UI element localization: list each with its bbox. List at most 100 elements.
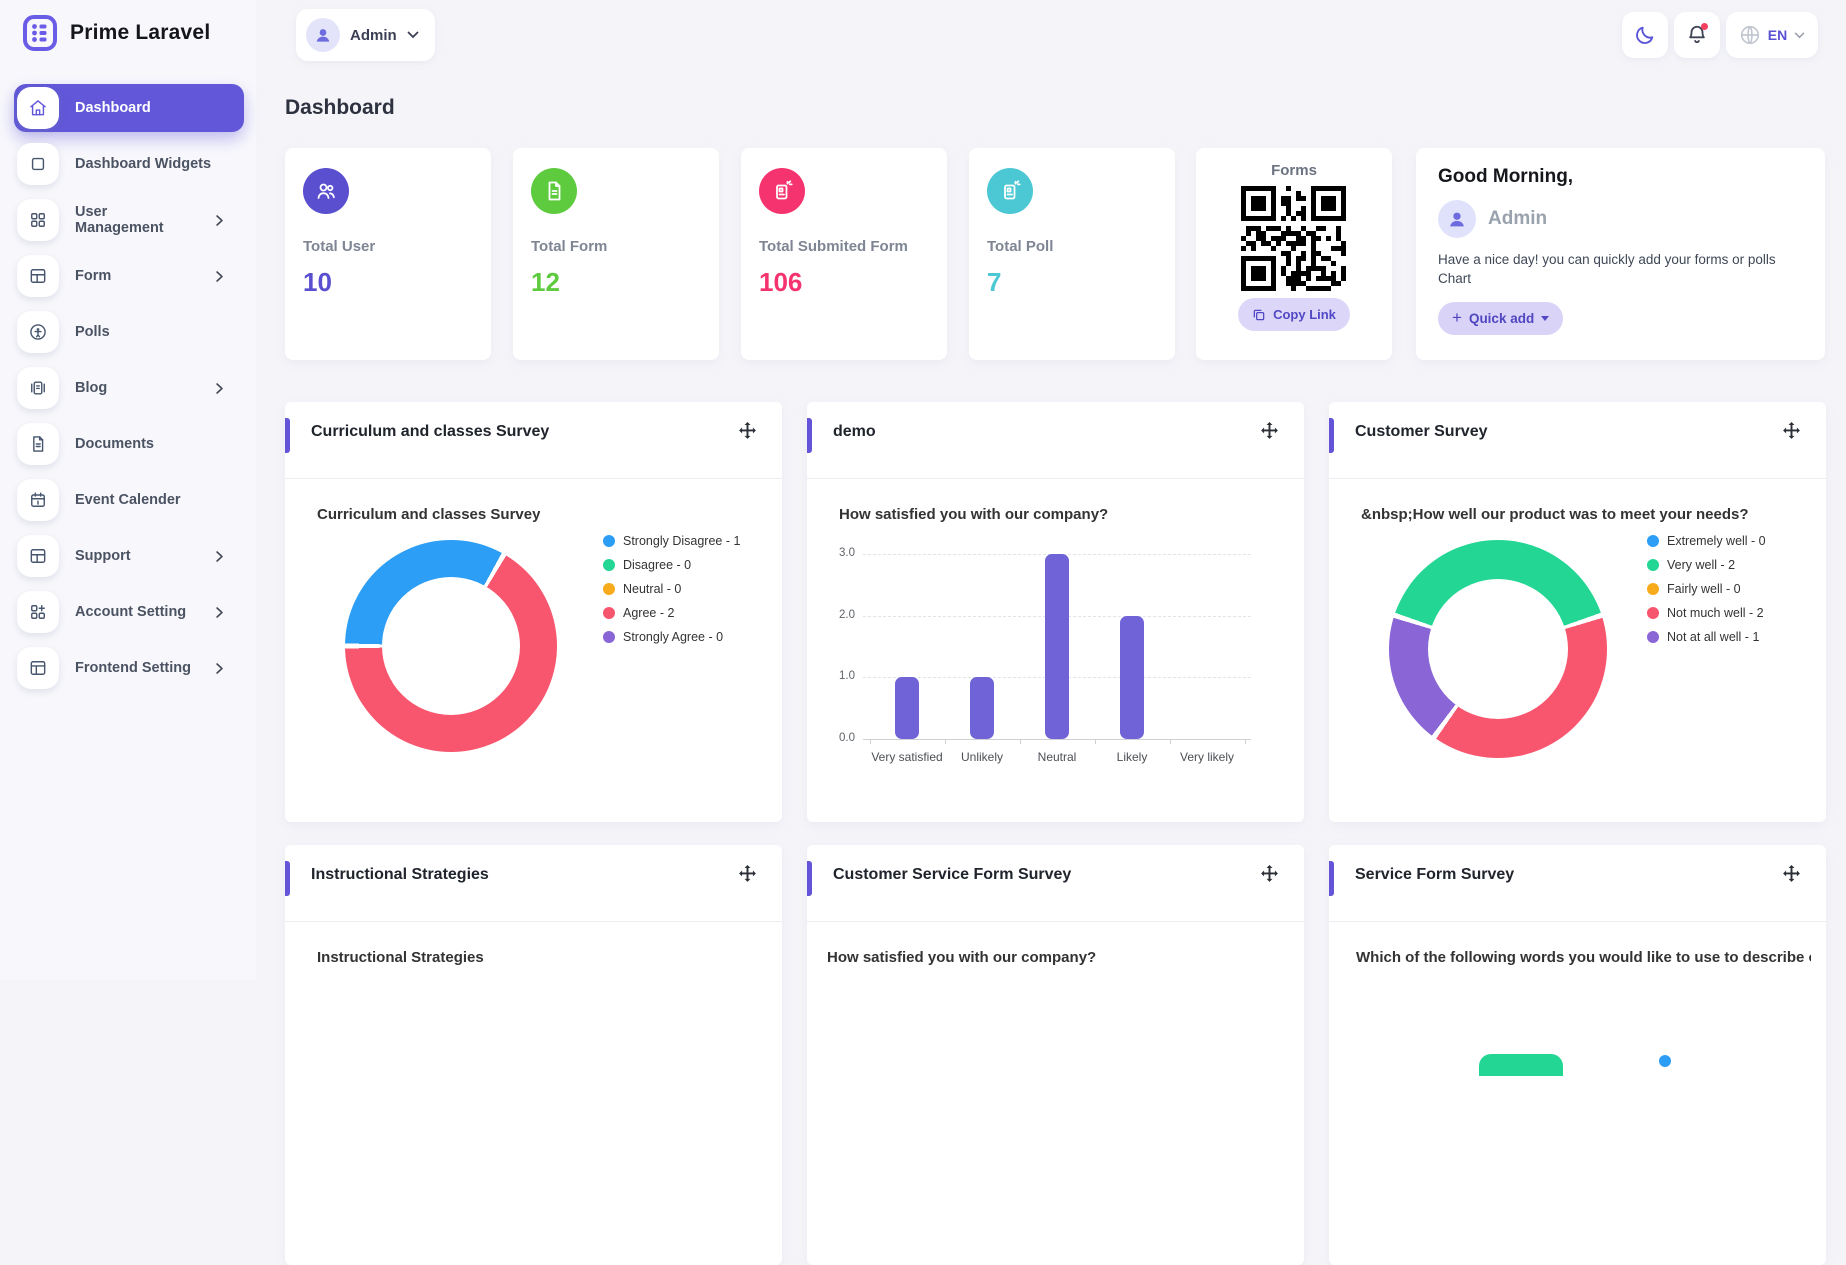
donut-hole xyxy=(382,577,520,715)
grid-plus-icon xyxy=(17,591,59,633)
legend-dot xyxy=(1647,631,1659,643)
x-axis-tick xyxy=(1020,739,1021,744)
brand-logo[interactable]: Prime Laravel xyxy=(20,13,210,53)
stat-label: Total Submited Form xyxy=(759,238,929,255)
chart-card-customer-service: Customer Service Form Survey How satisfi… xyxy=(807,845,1304,1265)
quick-add-button[interactable]: + Quick add xyxy=(1438,302,1563,335)
sidebar-item-label: Documents xyxy=(75,436,154,452)
calendar-icon xyxy=(17,479,59,521)
chevron-right-icon xyxy=(213,270,226,283)
chart-title: How satisfied you with our company? xyxy=(827,949,1096,966)
x-axis-line xyxy=(863,739,1251,740)
drag-handle-icon[interactable] xyxy=(1259,421,1280,442)
file-icon xyxy=(531,168,577,214)
sidebar-item-frontend-setting[interactable]: Frontend Setting xyxy=(14,644,244,692)
poll-person-icon xyxy=(17,311,59,353)
sidebar-item-label: Polls xyxy=(75,324,110,340)
legend-item[interactable]: Extremely well - 0 xyxy=(1647,534,1766,548)
copy-link-button[interactable]: Copy Link xyxy=(1238,298,1350,331)
notification-badge xyxy=(1701,23,1708,30)
legend-item[interactable]: Agree - 2 xyxy=(603,606,740,620)
chart-legend: Strongly Disagree - 1 Disagree - 0 Neutral… xyxy=(603,534,740,654)
drag-handle-icon[interactable] xyxy=(1781,421,1802,442)
legend-item[interactable]: Fairly well - 0 xyxy=(1647,582,1766,596)
legend-label: Disagree - 0 xyxy=(623,558,691,572)
donut-hole xyxy=(1428,579,1568,719)
sidebar-item-user-management[interactable]: User Management xyxy=(14,196,244,244)
card-accent-bar xyxy=(285,418,290,453)
user-avatar xyxy=(306,18,340,52)
card-accent-bar xyxy=(1329,861,1334,896)
legend-item[interactable]: Strongly Disagree - 1 xyxy=(603,534,740,548)
home-icon xyxy=(17,87,59,129)
sidebar-item-documents[interactable]: Documents xyxy=(14,420,244,468)
sidebar-item-account-setting[interactable]: Account Setting xyxy=(14,588,244,636)
dark-mode-toggle[interactable] xyxy=(1622,12,1668,58)
sidebar-item-label: Frontend Setting xyxy=(75,660,191,676)
sidebar-item-label: Support xyxy=(75,548,131,564)
stat-value: 106 xyxy=(759,267,929,298)
sidebar-item-blog[interactable]: Blog xyxy=(14,364,244,412)
drag-handle-icon[interactable] xyxy=(737,864,758,885)
legend-item[interactable]: Not much well - 2 xyxy=(1647,606,1766,620)
document-icon xyxy=(17,423,59,465)
quick-add-label: Quick add xyxy=(1469,311,1534,326)
layout-icon xyxy=(17,647,59,689)
chart-card-service-form: Service Form Survey Which of the followi… xyxy=(1329,845,1826,1265)
sidebar-item-form[interactable]: Form xyxy=(14,252,244,300)
legend-label: Neutral - 0 xyxy=(623,582,681,596)
legend-item[interactable]: Not at all well - 1 xyxy=(1647,630,1766,644)
legend-label: Extremely well - 0 xyxy=(1667,534,1766,548)
sidebar-item-label: User Management xyxy=(75,204,197,236)
partial-legend-dot xyxy=(1659,1055,1671,1067)
greeting-card: Good Morning, Admin Have a nice day! you… xyxy=(1416,148,1825,360)
chart-title: How satisfied you with our company? xyxy=(839,506,1108,523)
sidebar-item-dashboard[interactable]: Dashboard xyxy=(14,84,244,132)
card-accent-bar xyxy=(807,861,812,896)
brand-icon xyxy=(20,13,60,53)
x-axis-tick xyxy=(1170,739,1171,744)
bar xyxy=(1045,554,1069,739)
language-selector[interactable]: EN xyxy=(1726,12,1818,58)
chart-area: How satisfied you with our company? 3.02… xyxy=(807,480,1304,822)
page-title: Dashboard xyxy=(285,96,395,120)
legend-item[interactable]: Neutral - 0 xyxy=(603,582,740,596)
stat-card-total-poll: Total Poll 7 xyxy=(969,148,1175,360)
stat-value: 7 xyxy=(987,267,1157,298)
legend-label: Agree - 2 xyxy=(623,606,674,620)
drag-handle-icon[interactable] xyxy=(1781,864,1802,885)
user-menu-button[interactable]: Admin xyxy=(296,9,435,61)
sidebar-item-event-calender[interactable]: Event Calender xyxy=(14,476,244,524)
bar xyxy=(1120,616,1144,739)
caret-down-icon xyxy=(1541,316,1549,321)
legend-label: Very well - 2 xyxy=(1667,558,1735,572)
card-title: Instructional Strategies xyxy=(311,866,489,884)
sidebar-item-polls[interactable]: Polls xyxy=(14,308,244,356)
copy-icon xyxy=(1252,308,1266,322)
blog-icon xyxy=(17,367,59,409)
drag-handle-icon[interactable] xyxy=(1259,864,1280,885)
y-axis-tick-label: 2.0 xyxy=(815,609,855,621)
legend-item[interactable]: Very well - 2 xyxy=(1647,558,1766,572)
sidebar-item-label: Account Setting xyxy=(75,604,186,620)
card-accent-bar xyxy=(1329,418,1334,453)
notifications-button[interactable] xyxy=(1674,12,1720,58)
stat-label: Total Poll xyxy=(987,238,1157,255)
grid-icon xyxy=(17,199,59,241)
donut-chart xyxy=(345,540,557,752)
legend-dot xyxy=(1647,583,1659,595)
survey-icon xyxy=(759,168,805,214)
legend-dot xyxy=(603,535,615,547)
drag-handle-icon[interactable] xyxy=(737,421,758,442)
legend-item[interactable]: Strongly Agree - 0 xyxy=(603,630,740,644)
x-axis-tick xyxy=(945,739,946,744)
sidebar-item-support[interactable]: Support xyxy=(14,532,244,580)
chart-card-demo: demo How satisfied you with our company?… xyxy=(807,402,1304,822)
legend-item[interactable]: Disagree - 0 xyxy=(603,558,740,572)
legend-label: Not at all well - 1 xyxy=(1667,630,1759,644)
y-axis-tick-label: 0.0 xyxy=(815,732,855,744)
forms-card-title: Forms xyxy=(1196,162,1392,179)
card-title: Customer Service Form Survey xyxy=(833,866,1071,884)
sidebar-item-dashboard-widgets[interactable]: Dashboard Widgets xyxy=(14,140,244,188)
x-axis-label: Very likely xyxy=(1159,750,1255,764)
